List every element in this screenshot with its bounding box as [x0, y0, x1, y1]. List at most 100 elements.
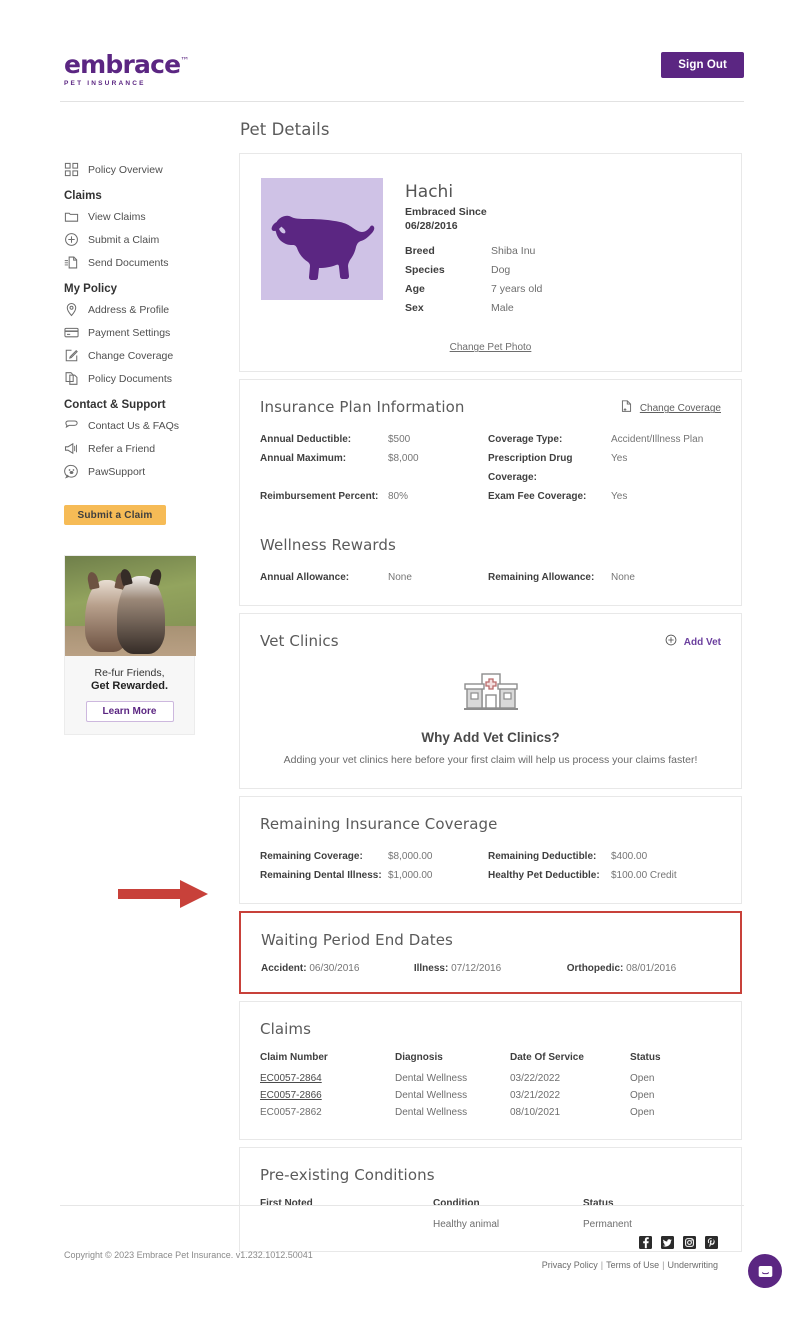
- sidebar-item-address-profile[interactable]: Address & Profile: [64, 298, 219, 321]
- waiting-period-title: Waiting Period End Dates: [261, 931, 453, 950]
- vet-clinics-empty-state: Why Add Vet Clinics? Adding your vet cli…: [260, 664, 721, 770]
- sign-out-button[interactable]: Sign Out: [661, 52, 744, 78]
- site-header: embrace™ PET INSURANCE Sign Out: [60, 40, 744, 102]
- pet-attribute-row: Sex Male: [405, 299, 721, 318]
- sidebar-item-label: Change Coverage: [88, 349, 174, 362]
- add-vet-link[interactable]: Add Vet: [665, 633, 721, 651]
- claim-status: Open: [630, 1090, 655, 1102]
- kv-value: 80%: [388, 491, 409, 503]
- chat-widget-button[interactable]: [748, 1254, 782, 1288]
- change-coverage-label: Change Coverage: [639, 403, 721, 415]
- col-claim-number: Claim Number: [260, 1052, 328, 1064]
- pinterest-icon[interactable]: [705, 1236, 718, 1249]
- embraced-since-label: Embraced Since: [405, 206, 487, 218]
- sidebar-item-label: PawSupport: [88, 465, 146, 478]
- pet-details-page: embrace™ PET INSURANCE Sign Out Policy O…: [0, 0, 804, 1330]
- sidebar-group-my-policy: My Policy: [64, 283, 118, 295]
- embraced-since-date: 06/28/2016: [405, 220, 458, 233]
- referral-promo-card[interactable]: Re-fur Friends, Get Rewarded. Learn More: [64, 555, 196, 735]
- vet-clinics-title: Vet Clinics: [260, 632, 339, 651]
- instagram-icon[interactable]: [683, 1236, 696, 1249]
- kv-value: $400.00: [611, 851, 648, 863]
- legal-separator: |: [662, 1260, 665, 1270]
- table-row: EC0057-2862 Dental Wellness 08/10/2021 O…: [260, 1104, 721, 1121]
- legal-links: Privacy Policy | Terms of Use | Underwriting: [542, 1260, 718, 1270]
- kv-key: Prescription Drug Coverage:: [488, 453, 573, 484]
- insurance-plan-card: Change Coverage Insurance Plan Informati…: [239, 379, 742, 607]
- sidebar-item-payment-settings[interactable]: Payment Settings: [64, 321, 219, 344]
- table-row: EC0057-2866 Dental Wellness 03/21/2022 O…: [260, 1087, 721, 1104]
- page-title: Pet Details: [240, 120, 330, 139]
- sidebar-item-label: Send Documents: [88, 256, 169, 269]
- sidebar-item-label: Submit a Claim: [88, 233, 160, 246]
- sidebar-item-label: Address & Profile: [88, 303, 170, 316]
- table-header-row: Claim Number Diagnosis Date Of Service S…: [260, 1052, 721, 1070]
- remaining-coverage-title: Remaining Insurance Coverage: [260, 815, 498, 834]
- sidebar-item-refer-a-friend[interactable]: Refer a Friend: [64, 437, 219, 460]
- kv-value: $8,000: [388, 453, 419, 465]
- embrace-logo[interactable]: embrace™ PET INSURANCE: [64, 52, 189, 87]
- claim-date: 03/21/2022: [510, 1090, 561, 1102]
- sidebar-item-view-claims[interactable]: View Claims: [64, 205, 219, 228]
- sidebar-item-change-coverage[interactable]: Change Coverage: [64, 344, 219, 367]
- kv-value: None: [388, 572, 412, 584]
- sidebar-item-label: Policy Overview: [88, 163, 163, 176]
- sidebar-item-policy-documents[interactable]: Policy Documents: [64, 367, 219, 390]
- kv-value: $8,000.00: [388, 851, 433, 863]
- sidebar-item-contact-us-faqs[interactable]: Contact Us & FAQs: [64, 414, 219, 437]
- learn-more-button[interactable]: Learn More: [85, 701, 174, 722]
- twitter-icon[interactable]: [661, 1236, 674, 1249]
- underwriting-link[interactable]: Underwriting: [667, 1260, 718, 1270]
- pet-photo[interactable]: [261, 178, 383, 300]
- folder-icon: [64, 209, 79, 224]
- sidebar-item-pawsupport[interactable]: PawSupport: [64, 460, 219, 483]
- copy-documents-icon: [64, 371, 79, 386]
- kv-key: Coverage Type:: [488, 434, 563, 446]
- wellness-rewards-grid: Annual Allowance: None Remaining Allowan…: [260, 568, 721, 587]
- sidebar-item-submit-a-claim[interactable]: Submit a Claim: [64, 228, 219, 251]
- waiting-period-orthopedic: Orthopedic: 08/01/2016: [567, 963, 720, 974]
- add-vet-label: Add Vet: [683, 636, 721, 648]
- sidebar-group-contact-support: Contact & Support: [64, 399, 166, 411]
- clinic-building-icon: [463, 673, 519, 718]
- change-pet-photo-link[interactable]: Change Pet Photo: [260, 342, 721, 353]
- main-content: Pet Details Hachi Embraced Since 06/28/2…: [239, 120, 742, 1259]
- vet-empty-description: Adding your vet clinics here before your…: [283, 754, 698, 767]
- claim-diagnosis: Dental Wellness: [395, 1090, 468, 1102]
- vet-clinics-card: Add Vet Vet Clinics Why Add Vet Clinics?…: [239, 613, 742, 790]
- grid-icon: [64, 162, 79, 177]
- sidebar-nav: Policy Overview Claims View Claims Submi…: [64, 158, 219, 735]
- change-coverage-link[interactable]: Change Coverage: [620, 399, 721, 418]
- sidebar-item-send-documents[interactable]: Send Documents: [64, 251, 219, 274]
- wp-value: 06/30/2016: [309, 963, 360, 975]
- sidebar-item-label: Refer a Friend: [88, 442, 156, 455]
- sidebar-item-label: Contact Us & FAQs: [88, 419, 180, 432]
- legal-separator: |: [600, 1260, 604, 1270]
- social-links: [639, 1236, 718, 1249]
- kv-value: Yes: [611, 453, 628, 465]
- attr-value: 7 years old: [491, 283, 543, 296]
- preexisting-title: Pre-existing Conditions: [260, 1166, 435, 1185]
- kv-value: $100.00 Credit: [611, 870, 677, 882]
- col-status: Status: [630, 1052, 661, 1064]
- claim-number-link[interactable]: EC0057-2866: [260, 1087, 395, 1104]
- wp-key: Orthopedic:: [566, 963, 624, 975]
- chat-bubble-icon: [758, 1265, 772, 1277]
- claim-number-text: EC0057-2864: [260, 1073, 322, 1085]
- pet-name: Hachi: [405, 182, 454, 202]
- remaining-coverage-card: Remaining Insurance Coverage Remaining C…: [239, 796, 742, 905]
- sidebar-item-policy-overview[interactable]: Policy Overview: [64, 158, 219, 181]
- insurance-plan-grid: Annual Deductible: $500 Coverage Type: A…: [260, 430, 721, 506]
- pet-summary-card: Hachi Embraced Since 06/28/2016 Breed Sh…: [239, 153, 742, 373]
- claim-number-link[interactable]: EC0057-2864: [260, 1070, 395, 1087]
- privacy-policy-link[interactable]: Privacy Policy: [542, 1260, 598, 1270]
- waiting-period-card: Waiting Period End Dates Accident: 06/30…: [239, 911, 742, 995]
- kv-key: Annual Deductible:: [260, 434, 352, 446]
- facebook-icon[interactable]: [639, 1236, 652, 1249]
- site-footer: Copyright © 2023 Embrace Pet Insurance. …: [60, 1205, 744, 1270]
- waiting-period-illness: Illness: 07/12/2016: [414, 963, 567, 974]
- megaphone-icon: [64, 441, 79, 456]
- sidebar-submit-claim-button[interactable]: Submit a Claim: [64, 505, 166, 525]
- terms-of-use-link[interactable]: Terms of Use: [606, 1260, 659, 1270]
- pet-attribute-row: Age 7 years old: [405, 280, 721, 299]
